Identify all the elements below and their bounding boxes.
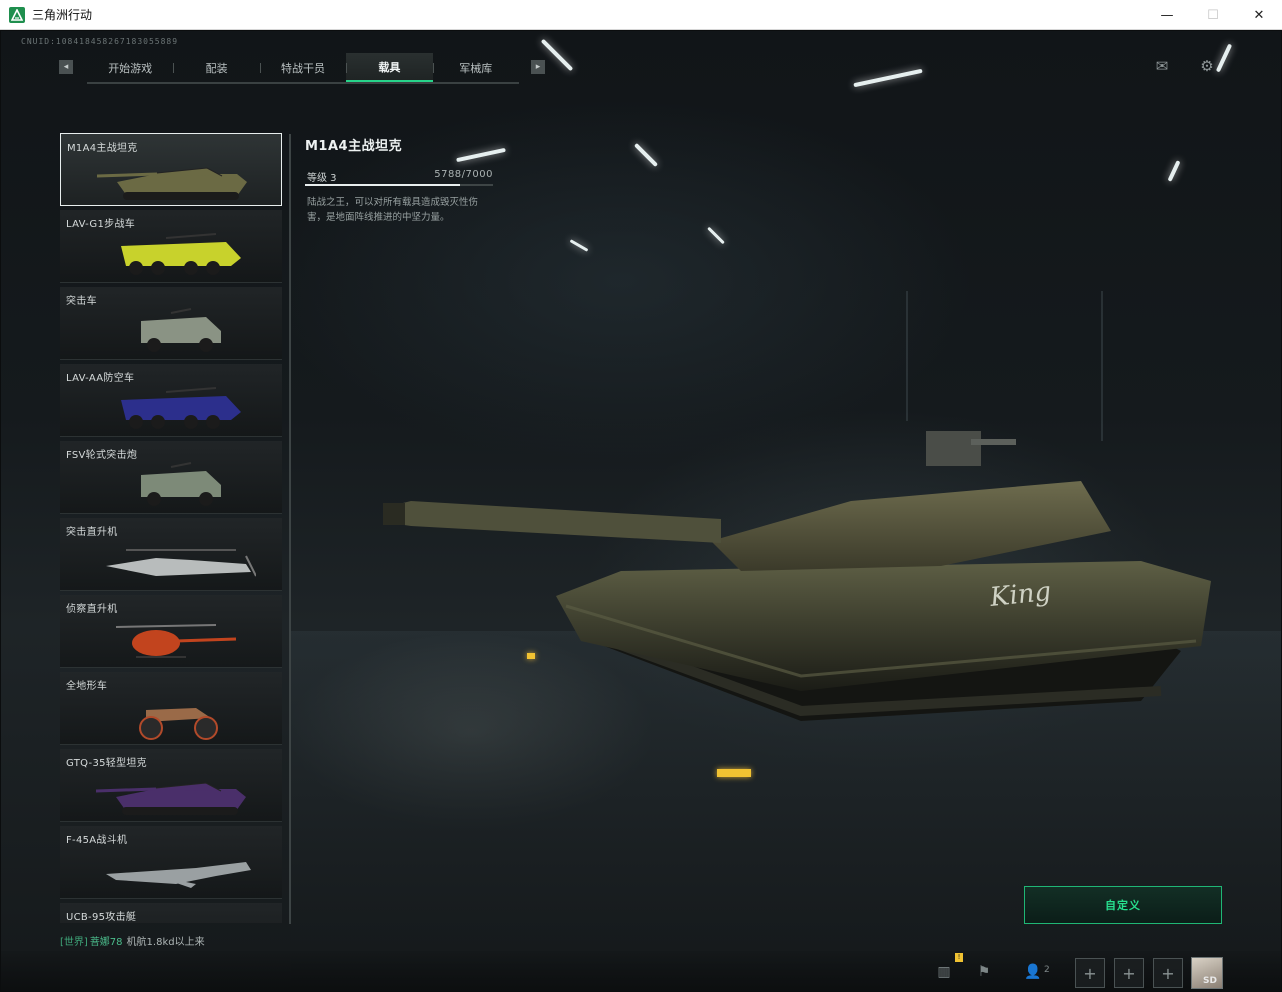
tab-operators[interactable]: 特战干员	[259, 53, 346, 82]
vehicle-level-progress-fill	[305, 184, 461, 186]
alert-badge: !	[955, 953, 963, 962]
chat-line[interactable]: [世界] 菩娜78 机航1.8kd以上来	[60, 933, 205, 948]
vehicle-thumbnail	[141, 462, 221, 506]
vehicle-card[interactable]: F-45A战斗机	[60, 826, 282, 899]
tab-start-game[interactable]: 开始游戏	[87, 53, 173, 82]
vehicle-detail-title: M1A4主战坦克	[305, 139, 403, 154]
tank-turret	[711, 431, 1111, 571]
floor-marker	[527, 653, 535, 659]
friend-count: 2	[1044, 965, 1050, 975]
vehicle-card[interactable]: M1A4主战坦克	[60, 133, 282, 206]
ceiling-light	[456, 147, 506, 163]
ceiling-light	[707, 226, 725, 245]
vehicle-card[interactable]: 突击直升机	[60, 518, 282, 591]
vehicle-thumbnail	[96, 782, 246, 815]
chat-user[interactable]: 菩娜78	[90, 937, 123, 948]
team-slot-add[interactable]: +	[1114, 958, 1144, 988]
stats-icon[interactable]: ▥	[933, 961, 955, 983]
minimize-button[interactable]: —	[1144, 0, 1190, 30]
close-button[interactable]: ✕	[1236, 0, 1282, 30]
chat-channel: [世界]	[60, 937, 88, 948]
ceiling-light	[1167, 160, 1181, 182]
team-slot-add[interactable]: +	[1075, 958, 1105, 988]
vehicle-thumbnail	[96, 921, 256, 923]
vehicle-card[interactable]: FSV轮式突击炮	[60, 441, 282, 514]
window-title: 三角洲行动	[32, 8, 93, 22]
tank-machine-gun	[926, 431, 981, 466]
vehicle-card[interactable]: 侦察直升机	[60, 595, 282, 668]
vehicle-thumbnail	[106, 549, 256, 577]
ceiling-light	[853, 68, 923, 88]
chat-message: 机航1.8kd以上来	[126, 937, 205, 948]
mail-icon[interactable]: ✉	[1153, 58, 1171, 74]
vehicle-card[interactable]: LAV-G1步战车	[60, 210, 282, 283]
tank-model[interactable]: King	[381, 391, 1221, 731]
tab-vehicles[interactable]: 载具	[346, 53, 433, 82]
floor-marker	[717, 769, 751, 777]
vehicle-card[interactable]: LAV-AA防空车	[60, 364, 282, 437]
vehicle-thumbnail	[139, 708, 218, 740]
gear-icon[interactable]: ⚙	[1198, 58, 1216, 74]
vehicle-thumbnail	[115, 624, 237, 658]
tab-armory[interactable]: 军械库	[432, 53, 519, 82]
vehicle-card[interactable]: 全地形车	[60, 672, 282, 745]
vehicle-level-row: 等级 3 5788/7000	[305, 169, 493, 184]
maximize-button[interactable]: ☐	[1190, 0, 1236, 30]
vehicle-card[interactable]: UCB-95攻击艇	[60, 903, 282, 923]
vehicle-level-progress-text: 5788/7000	[434, 169, 493, 180]
vehicle-level-progress-bar	[305, 184, 493, 186]
player-uid: CNUID:108418458267183055889	[21, 37, 179, 46]
vehicle-level-label: 等级 3	[307, 173, 337, 184]
vehicle-thumbnail	[97, 167, 247, 200]
team-slot-add[interactable]: +	[1153, 958, 1183, 988]
flag-icon[interactable]: ⚑	[973, 961, 995, 983]
vehicle-thumbnail	[121, 233, 241, 275]
tab-next-button[interactable]: ▸	[531, 60, 545, 74]
vehicle-thumbnail	[106, 862, 251, 888]
avatar-label: SD	[1203, 976, 1217, 986]
tank-cannon	[383, 501, 721, 543]
customize-button[interactable]: 自定义	[1024, 886, 1222, 924]
ceiling-light	[569, 239, 589, 252]
vehicle-description: 陆战之王，可以对所有载具造成毁灭性伤害，是地面阵线推进的中坚力量。	[307, 197, 479, 223]
ceiling-light	[540, 38, 574, 72]
ceiling-light	[633, 142, 659, 168]
vehicle-thumbnail	[141, 308, 221, 352]
friends-icon[interactable]: 👤	[1022, 961, 1044, 983]
tab-loadout[interactable]: 配装	[173, 53, 259, 82]
tab-prev-button[interactable]: ◂	[59, 60, 73, 74]
vehicle-card[interactable]: GTQ-35轻型坦克	[60, 749, 282, 822]
vehicle-card[interactable]: 突击车	[60, 287, 282, 360]
vehicle-thumbnail	[121, 387, 241, 429]
ceiling-light	[1215, 43, 1233, 73]
game-viewport: King CNUID:108418458267183055889 ◂ 开始游戏 …	[1, 31, 1281, 991]
main-tabs: 开始游戏 配装 特战干员 载具 军械库	[87, 53, 519, 84]
window-titlebar: 三角洲行动 — ☐ ✕	[0, 0, 1282, 30]
vehicle-list-scrollbar[interactable]	[289, 134, 291, 924]
vehicle-card-name: 突击车	[66, 296, 97, 307]
vehicle-list: M1A4主战坦克 LAV-G1步战车突击车 LAV-AA防空车 FSV轮式突击炮 突击直…	[60, 133, 284, 923]
app-logo-icon	[9, 6, 25, 23]
